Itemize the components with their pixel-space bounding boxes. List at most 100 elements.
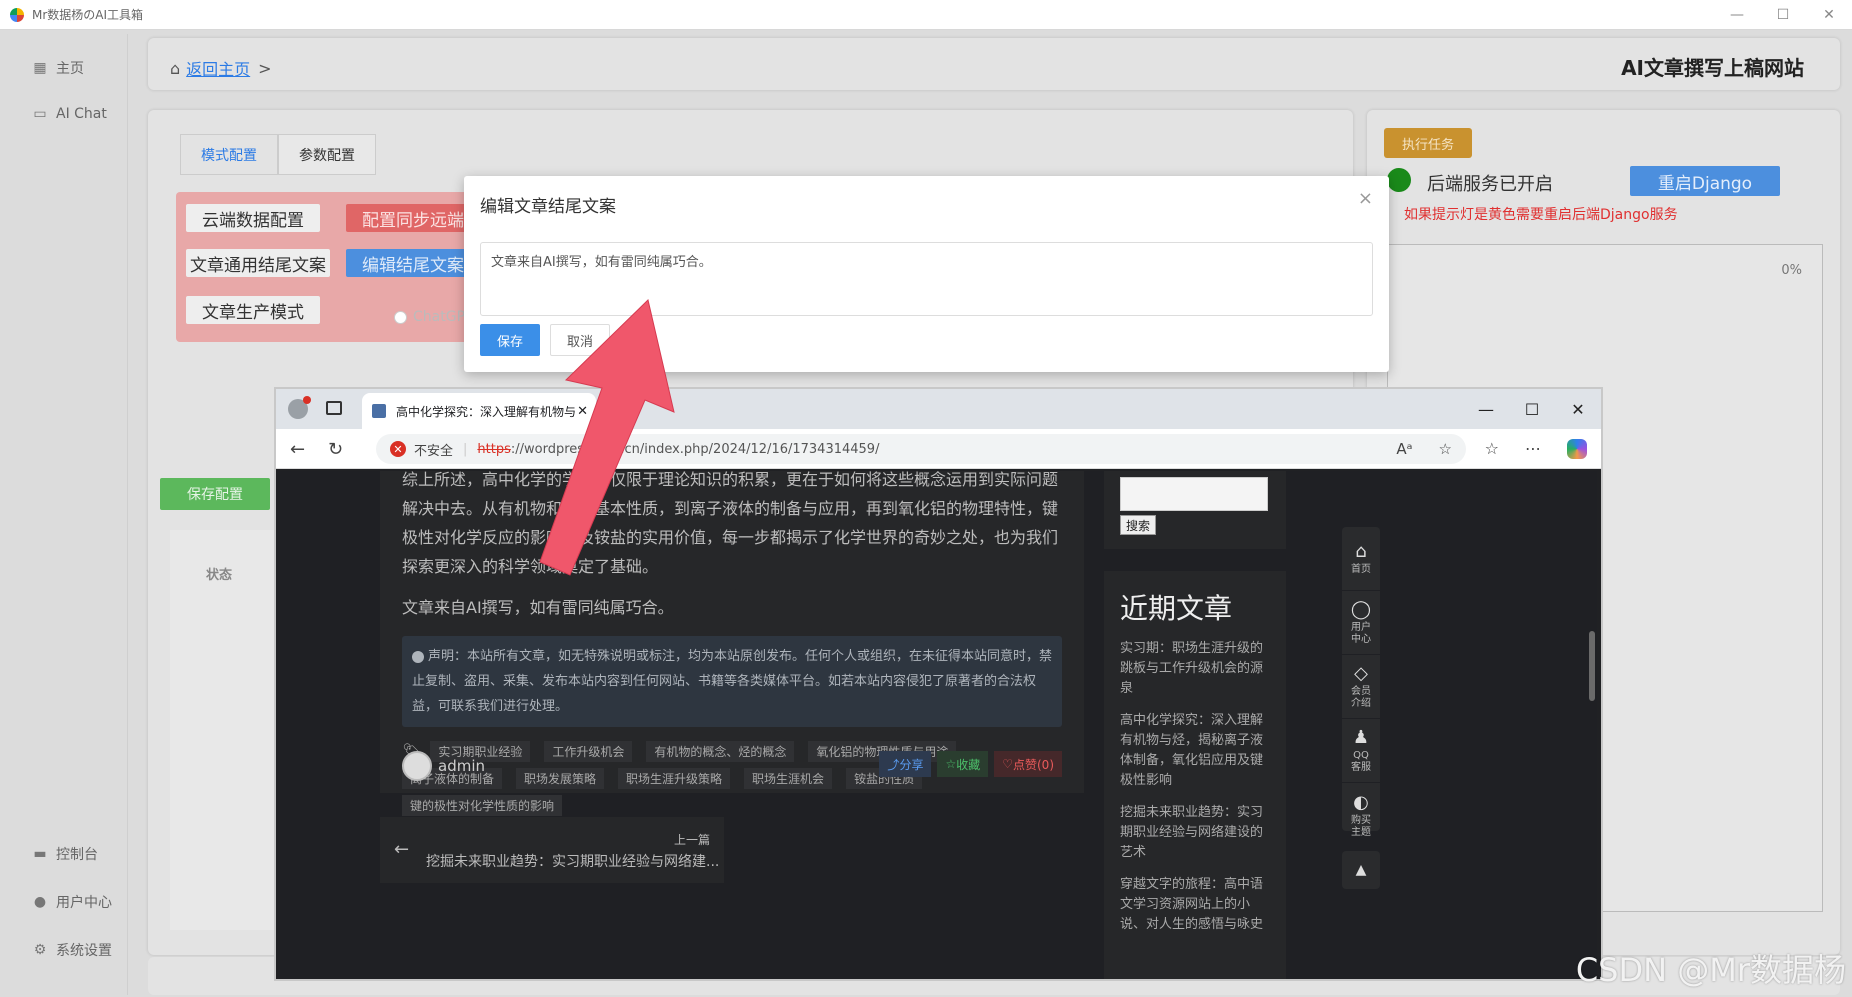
float-label: QQ客服 (1351, 750, 1371, 773)
floating-sidebar: ⌂ 首页 ◯ 用户中心 ◇ 会员介绍 ♟ QQ客服 ◐ 购买主题 (1342, 527, 1380, 838)
tag[interactable]: 键的极性对化学性质的影响 (402, 795, 563, 816)
sidebar-item-console[interactable]: ▬ 控制台 (32, 844, 98, 864)
tab-param-config[interactable]: 参数配置 (278, 134, 376, 174)
prev-label: 上一篇 (673, 833, 710, 847)
back-home-link[interactable]: 返回主页 (186, 56, 250, 80)
tab-actions-icon[interactable] (326, 401, 342, 415)
home-icon: ⌂ (170, 58, 181, 78)
qq-icon: ♟ (1352, 727, 1370, 748)
sidebar-item-label: 用户中心 (56, 895, 112, 911)
status-indicator (1387, 168, 1411, 192)
float-buy-theme[interactable]: ◐ 购买主题 (1342, 783, 1380, 847)
favorites-icon[interactable]: ☆ (1485, 439, 1499, 459)
browser-close-button[interactable]: ✕ (1555, 389, 1601, 429)
share-label: 分享 (899, 757, 924, 772)
browser-minimize-button[interactable]: — (1463, 389, 1509, 429)
reload-icon[interactable]: ↻ (328, 439, 343, 460)
insecure-label: 不安全 (414, 443, 454, 459)
window-title: Mr数据杨のAI工具箱 (32, 8, 144, 22)
recent-posts-widget: 近期文章 实习期：职场生涯升级的跳板与工作升级机会的源泉 高中化学探究：深入理解… (1104, 571, 1286, 979)
tag[interactable]: 职场生涯机会 (744, 768, 833, 789)
insecure-warning-icon: ✕ (390, 441, 406, 457)
tag[interactable]: 工作升级机会 (544, 741, 633, 762)
profile-icon[interactable] (288, 396, 311, 419)
site-search-input[interactable] (1120, 477, 1268, 511)
more-menu-icon[interactable]: ⋯ (1525, 439, 1541, 459)
url-separator: | (463, 441, 468, 457)
float-user-center[interactable]: ◯ 用户中心 (1342, 591, 1380, 655)
sidebar-item-ai-chat[interactable]: ▭ AI Chat (32, 106, 107, 122)
url-path: ://wordpres yang.cn/index.php/2024/12/16… (510, 441, 880, 457)
site-search-button[interactable]: 搜索 (1120, 515, 1157, 535)
monitor-icon: ▬ (33, 846, 47, 862)
copyright-notice: 声明：本站所有文章，如无特殊说明或标注，均为本站原创发布。任何个人或组织，在未征… (402, 636, 1062, 727)
recent-post-link[interactable]: 高中化学探究：深入理解有机物与烃，揭秘离子液体制备，氧化铝应用及键极性影响 (1120, 711, 1270, 791)
tag[interactable]: 职场发展策略 (516, 768, 605, 789)
sidebar-item-settings[interactable]: ⚙ 系统设置 (32, 940, 112, 960)
modal-save-button[interactable]: 保存 (480, 324, 540, 356)
float-label: 购买主题 (1351, 814, 1371, 838)
favorite-star-icon[interactable]: ☆ (1439, 440, 1452, 458)
url-bar[interactable]: ✕ 不安全 | https ://wordpres yang.cn/index.… (376, 434, 1466, 464)
edit-ending-button[interactable]: 编辑结尾文案 (346, 249, 480, 277)
cloud-config-button[interactable]: 云端数据配置 (186, 204, 320, 232)
page-scrollbar[interactable] (1589, 631, 1595, 701)
previous-post-link[interactable]: ← 上一篇 挖掘未来职业趋势：实习期职业经验与网络建... (380, 817, 724, 883)
float-label: 会员介绍 (1351, 686, 1371, 709)
execute-task-button[interactable]: 执行任务 (1384, 128, 1472, 158)
user-icon: ● (33, 894, 47, 910)
modal-cancel-button[interactable]: 取消 (550, 324, 610, 356)
browser-window-controls: — ☐ ✕ (1463, 389, 1601, 429)
notice-text: 声明：本站所有文章，如无特殊说明或标注，均为本站原创发布。任何个人或组织，在未征… (412, 649, 1053, 714)
restart-django-button[interactable]: 重启Django (1630, 166, 1780, 196)
sidebar-item-label: 系统设置 (56, 943, 112, 959)
ending-text-label: 文章通用结尾文案 (186, 249, 330, 277)
maximize-button[interactable]: ☐ (1760, 0, 1806, 30)
like-button[interactable]: ♡ 点赞(0) (994, 751, 1062, 777)
save-config-button[interactable]: 保存配置 (160, 478, 270, 510)
window-controls: — ☐ ✕ (1714, 0, 1852, 30)
browser-tab[interactable]: 高中化学探究：深入理解有机物与 ✕ (362, 393, 596, 429)
progress-percent: 0% (1781, 263, 1802, 278)
recent-posts-title: 近期文章 (1120, 592, 1233, 625)
recent-post-link[interactable]: 穿越文字的旅程：高中语文学习资源网站上的小说、对人生的感悟与咏史 (1120, 875, 1270, 935)
favorite-button[interactable]: ☆ 收藏 (937, 751, 989, 777)
site-favicon-icon (372, 404, 386, 418)
recent-post-link[interactable]: 实习期：职场生涯升级的跳板与工作升级机会的源泉 (1120, 639, 1270, 699)
back-arrow-icon[interactable]: ← (290, 439, 305, 460)
url-scheme: https (477, 441, 511, 457)
chatgpt-radio[interactable]: ChatGPT (394, 309, 474, 325)
browser-maximize-button[interactable]: ☐ (1509, 389, 1555, 429)
back-to-top-button[interactable]: ▲ (1342, 851, 1380, 889)
sidebar-item-home[interactable]: ▦ 主页 (32, 58, 84, 78)
recent-post-link[interactable]: 挖掘未来职业趋势：实习期职业经验与网络建设的艺术 (1120, 803, 1270, 863)
buy-icon: ◐ (1353, 791, 1369, 813)
tab-close-icon[interactable]: ✕ (577, 404, 588, 419)
tab-mode-config[interactable]: 模式配置 (180, 134, 278, 174)
search-widget: 搜索 (1104, 471, 1286, 549)
sidebar-item-user-center[interactable]: ● 用户中心 (32, 892, 112, 912)
ending-textarea[interactable]: 文章来自AI撰写，如有雷同纯属巧合。 (480, 242, 1373, 316)
modal-close-icon[interactable]: × (1358, 188, 1373, 209)
tag[interactable]: 职场生涯升级策略 (618, 768, 731, 789)
gear-icon: ⚙ (33, 942, 47, 958)
home-icon: ⌂ (1355, 541, 1367, 562)
tag[interactable]: 有机物的概念、烃的概念 (646, 741, 795, 762)
float-qq-service[interactable]: ♟ QQ客服 (1342, 719, 1380, 783)
close-button[interactable]: ✕ (1806, 0, 1852, 30)
float-membership[interactable]: ◇ 会员介绍 (1342, 655, 1380, 719)
author-name[interactable]: admin (438, 757, 485, 775)
float-home[interactable]: ⌂ 首页 (1342, 527, 1380, 591)
minimize-button[interactable]: — (1714, 0, 1760, 30)
share-button[interactable]: ⤴ 分享 (879, 751, 932, 777)
radio-circle (394, 310, 407, 324)
copilot-icon[interactable] (1567, 439, 1587, 459)
address-bar-row: ← ↻ ✕ 不安全 | https ://wordpres yang.cn/in… (276, 429, 1601, 469)
diamond-icon: ◇ (1354, 663, 1368, 684)
article-actions: ⤴ 分享 ☆ 收藏 ♡ 点赞(0) (879, 751, 1062, 777)
read-aloud-icon[interactable]: Aᵃ (1396, 440, 1412, 458)
window-titlebar: Mr数据杨のAI工具箱 — ☐ ✕ (0, 0, 1852, 30)
webpage-content: 综上所述，高中化学的学习不仅限于理论知识的积累，更在于如何将这些概念运用到实际问… (280, 471, 1597, 979)
avatar[interactable] (402, 751, 432, 781)
float-label: 首页 (1351, 564, 1371, 575)
